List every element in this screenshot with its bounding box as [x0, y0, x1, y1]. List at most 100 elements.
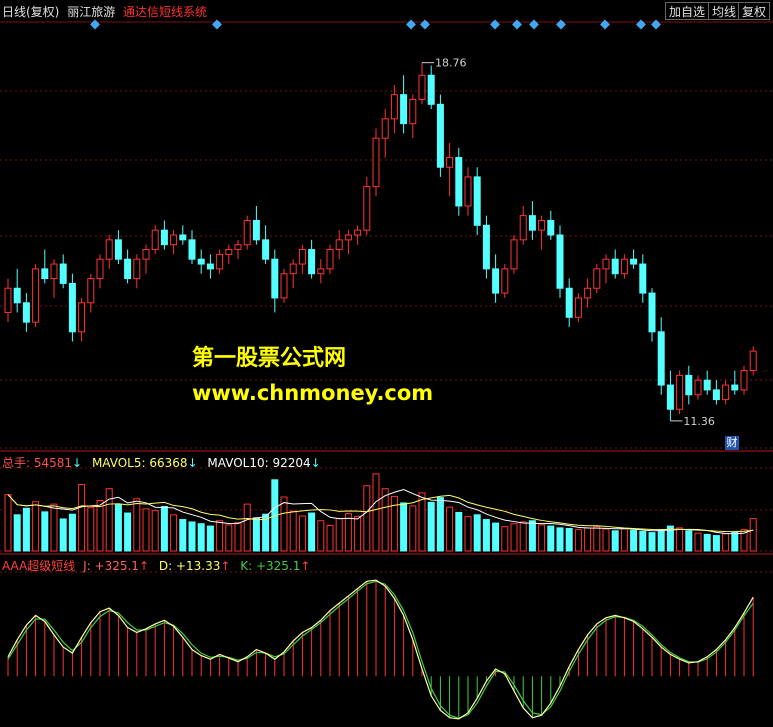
indicator-title[interactable]: AAA超级短线 — [2, 559, 75, 573]
volume-bar — [225, 524, 233, 552]
signal-diamond-icon — [636, 19, 646, 30]
volume-bar — [87, 507, 95, 552]
k-line — [7, 579, 754, 720]
volume-bar — [400, 502, 408, 552]
signal-diamond-icon — [212, 19, 222, 30]
volume-bar — [722, 533, 730, 552]
low-price-label: 11.36 — [683, 415, 715, 428]
candle-body — [630, 258, 638, 265]
candle-body — [225, 249, 233, 255]
candle-body — [519, 215, 527, 241]
signal-diamond-icon — [90, 19, 100, 30]
add-favorite-button[interactable]: 加自选 — [665, 2, 710, 20]
mavol5-label: MAVOL5: 66368 — [91, 456, 188, 470]
stock-name: 丽江旅游 — [67, 5, 116, 19]
volume-bar — [326, 524, 334, 552]
k-value-label: K: +325.1 — [240, 559, 301, 573]
volume-bar — [160, 505, 168, 552]
j-value-label: J: +325.1 — [83, 559, 139, 573]
candle-body — [50, 263, 58, 280]
candle-body — [68, 282, 76, 333]
volume-bar — [133, 498, 141, 552]
candle-body — [556, 234, 564, 289]
candle-body — [749, 350, 757, 372]
volume-bar — [731, 531, 739, 552]
volume-bar — [243, 503, 251, 552]
candle-body — [593, 268, 601, 289]
indicator-name[interactable]: 通达信短线系统 — [123, 5, 207, 19]
finance-badge[interactable]: 财 — [725, 436, 739, 450]
volume-bar — [749, 518, 757, 552]
candle-body — [740, 370, 748, 391]
volume-bar — [335, 517, 343, 552]
candle-body — [262, 239, 270, 260]
candle-body — [317, 268, 325, 275]
d-line — [7, 580, 754, 719]
candle-body — [142, 249, 150, 260]
candle-body — [41, 268, 49, 280]
candle-body — [501, 268, 509, 294]
candle-body — [685, 374, 693, 396]
volume-bar — [363, 485, 371, 552]
period-label[interactable]: 日线(复权) — [2, 5, 59, 19]
volume-bar — [703, 533, 711, 552]
volume-bar — [151, 510, 159, 552]
candle-body — [151, 229, 159, 251]
chart-header: 日线(复权) 丽江旅游 通达信短线系统 — [2, 3, 211, 20]
volume-bar — [712, 535, 720, 552]
volume-bar — [50, 503, 58, 552]
volume-bar — [418, 492, 426, 552]
candle-body — [547, 219, 555, 236]
candle-body — [252, 219, 260, 241]
candle-body — [446, 157, 454, 168]
volume-bar — [59, 518, 67, 552]
candle-body — [289, 263, 297, 275]
volume-bar — [648, 532, 656, 552]
volume-bar — [289, 510, 297, 552]
volume-legend: 总手: 54581↓ MAVOL5: 66368↓ MAVOL10: 92204… — [2, 454, 321, 471]
candle-body — [409, 98, 417, 125]
indicator-series — [7, 579, 754, 720]
candle-body — [436, 103, 444, 168]
candle-body — [243, 219, 251, 246]
candle-body — [639, 263, 647, 294]
candle-body — [657, 331, 665, 386]
candle-body — [32, 268, 40, 323]
candle-body — [574, 297, 582, 318]
signal-diamond-icon — [420, 19, 430, 30]
volume-bar — [105, 488, 113, 552]
up-arrow-icon: ↑ — [220, 559, 231, 573]
moving-average-button[interactable]: 均线 — [708, 2, 741, 20]
volume-bar — [473, 514, 481, 552]
signal-diamond-icon — [512, 19, 522, 30]
volume-bar — [298, 515, 306, 552]
volume-bar — [657, 529, 665, 552]
volume-bar — [234, 522, 242, 552]
volume-bar — [179, 519, 187, 552]
volume-bar — [574, 529, 582, 552]
volume-bar — [528, 520, 536, 552]
candle-body — [4, 287, 12, 313]
mavol10-label: MAVOL10: 92204 — [207, 456, 311, 470]
adjust-price-button[interactable]: 复权 — [738, 2, 771, 20]
candle-body — [206, 263, 214, 270]
volume-bar — [694, 532, 702, 552]
volume-bar — [96, 500, 104, 552]
volume-bar — [317, 520, 325, 552]
candle-body — [344, 234, 352, 241]
signal-diamond-icon — [600, 19, 610, 30]
candle-body — [197, 258, 205, 265]
candle-body — [308, 249, 316, 275]
volume-bar — [114, 504, 122, 552]
signal-diamonds — [90, 19, 661, 30]
candle-body — [390, 94, 398, 120]
candle-body — [160, 229, 168, 246]
candle-body — [280, 273, 288, 299]
candle-body — [188, 239, 196, 260]
volume-bar — [519, 521, 527, 552]
candle-body — [482, 224, 490, 270]
candle-body — [473, 176, 481, 226]
volume-bar — [206, 525, 214, 552]
candle-body — [363, 186, 371, 231]
volume-bar — [280, 496, 288, 552]
